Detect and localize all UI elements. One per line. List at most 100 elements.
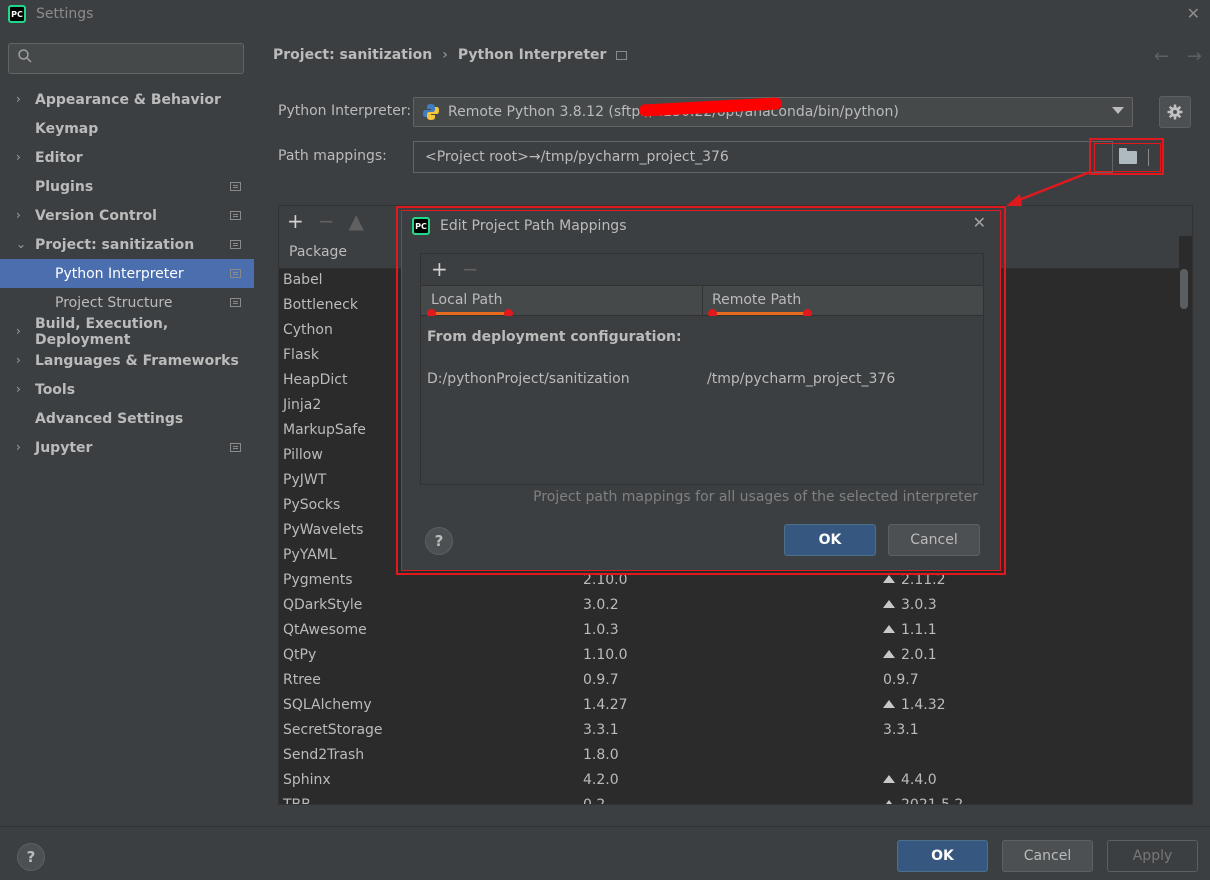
table-row[interactable]: Send2Trash 1.8.0 [279, 744, 1179, 769]
search-icon [18, 49, 32, 63]
sidebar-item-tools[interactable]: › Tools [0, 375, 254, 404]
package-latest-version: 2021.5.2 [883, 797, 964, 805]
project-level-icon [230, 240, 241, 249]
package-name: Pillow [283, 447, 323, 463]
sidebar-item-project[interactable]: ⌄ Project: sanitization [0, 230, 254, 259]
add-package-icon[interactable]: + [287, 209, 304, 233]
package-name: TBB [283, 797, 311, 805]
sidebar-item-editor[interactable]: › Editor [0, 143, 254, 172]
mapping-group-label: From deployment configuration: [427, 329, 682, 345]
package-name: Flask [283, 347, 319, 363]
sidebar-item-label: Languages & Frameworks [35, 352, 239, 369]
package-name: QtAwesome [283, 622, 367, 638]
cancel-button[interactable]: Cancel [1002, 840, 1093, 872]
browse-path-mappings-button[interactable] [1089, 138, 1164, 175]
chevron-right-icon: › [16, 440, 21, 454]
settings-search-input[interactable] [8, 43, 244, 74]
dialog-cancel-button[interactable]: Cancel [888, 524, 980, 556]
package-latest-text: 4.4.0 [901, 772, 937, 788]
package-latest-text: 1.1.1 [901, 622, 937, 638]
mapping-remote-path[interactable]: /tmp/pycharm_project_376 [707, 371, 895, 387]
table-row[interactable]: Rtree 0.9.7 0.9.7 [279, 669, 1179, 694]
sidebar-item-plugins[interactable]: Plugins [0, 172, 254, 201]
python-icon [423, 104, 439, 120]
table-row[interactable]: SecretStorage 3.3.1 3.3.1 [279, 719, 1179, 744]
breadcrumb-parent[interactable]: Project: sanitization [273, 47, 432, 63]
package-version: 1.0.3 [583, 622, 619, 638]
table-row[interactable]: QtPy 1.10.0 2.0.1 [279, 644, 1179, 669]
table-row[interactable]: Sphinx 4.2.0 4.4.0 [279, 769, 1179, 794]
ok-button[interactable]: OK [897, 840, 988, 872]
table-row[interactable]: TBB 0.2 2021.5.2 [279, 794, 1179, 805]
upgrade-available-icon [883, 575, 895, 583]
add-mapping-icon[interactable]: + [431, 257, 448, 281]
package-version: 1.8.0 [583, 747, 619, 763]
remote-path-column-header[interactable]: Remote Path [712, 292, 801, 308]
back-arrow-icon[interactable]: ← [1154, 46, 1169, 67]
scrollbar[interactable] [1180, 269, 1188, 309]
help-button[interactable]: ? [425, 527, 453, 555]
table-row[interactable]: SQLAlchemy 1.4.27 1.4.32 [279, 694, 1179, 719]
breadcrumb: Project: sanitization › Python Interpret… [273, 47, 628, 63]
project-level-icon [230, 211, 241, 220]
sidebar-item-label: Project: sanitization [35, 236, 195, 253]
path-mappings-label: Path mappings: [278, 148, 387, 164]
package-name: QtPy [283, 647, 317, 663]
upgrade-available-icon [883, 625, 895, 633]
upgrade-package-icon[interactable]: ▲ [349, 209, 364, 233]
package-latest-version: 3.0.3 [883, 597, 937, 613]
close-icon[interactable]: ✕ [1187, 4, 1200, 23]
table-row[interactable]: QDarkStyle 3.0.2 3.0.3 [279, 594, 1179, 619]
history-nav: ← → [1154, 46, 1202, 67]
upgrade-available-icon [883, 800, 895, 804]
sidebar-item-label: Editor [35, 149, 83, 166]
package-name: PyWavelets [283, 522, 364, 538]
interpreter-settings-button[interactable] [1159, 96, 1191, 128]
sidebar-item-version-control[interactable]: › Version Control [0, 201, 254, 230]
annotation-underline [708, 309, 812, 318]
title-bar: PC Settings ✕ [0, 0, 1210, 28]
remove-mapping-icon[interactable]: − [462, 257, 479, 281]
breadcrumb-current: Python Interpreter [457, 47, 607, 63]
upgrade-available-icon [883, 775, 895, 783]
close-icon[interactable]: ✕ [973, 213, 986, 232]
chevron-right-icon: › [16, 353, 21, 367]
sidebar-item-keymap[interactable]: Keymap [0, 114, 254, 143]
sidebar-item-label: Keymap [35, 120, 99, 137]
apply-button[interactable]: Apply [1107, 840, 1198, 872]
settings-footer: ? OK Cancel Apply [0, 826, 1210, 880]
project-level-icon [230, 269, 241, 278]
project-level-icon [616, 50, 628, 60]
dialog-title: Edit Project Path Mappings [440, 218, 627, 234]
package-latest-text: 2021.5.2 [901, 797, 964, 805]
mappings-hint: Project path mappings for all usages of … [533, 489, 978, 505]
sidebar-item-appearance[interactable]: › Appearance & Behavior [0, 85, 254, 114]
dialog-ok-button[interactable]: OK [784, 524, 876, 556]
settings-nav: › Appearance & Behavior Keymap › Editor … [0, 85, 254, 462]
package-latest-version: 0.9.7 [883, 672, 919, 688]
upgrade-available-icon [883, 600, 895, 608]
sidebar-item-languages[interactable]: › Languages & Frameworks [0, 346, 254, 375]
package-name: SQLAlchemy [283, 697, 372, 713]
help-button[interactable]: ? [17, 843, 45, 871]
upgrade-available-icon [883, 650, 895, 658]
package-version: 3.3.1 [583, 722, 619, 738]
separator [1148, 149, 1149, 166]
sidebar-item-project-structure[interactable]: Project Structure [0, 288, 254, 317]
package-version: 4.2.0 [583, 772, 619, 788]
project-level-icon [230, 182, 241, 191]
sidebar-item-label: Jupyter [35, 439, 93, 456]
forward-arrow-icon[interactable]: → [1187, 46, 1202, 67]
sidebar-item-python-interpreter[interactable]: Python Interpreter [0, 259, 254, 288]
table-row[interactable]: QtAwesome 1.0.3 1.1.1 [279, 619, 1179, 644]
package-version: 1.4.27 [583, 697, 628, 713]
package-column-header[interactable]: Package [289, 244, 347, 260]
package-name: Rtree [283, 672, 321, 688]
sidebar-item-jupyter[interactable]: › Jupyter [0, 433, 254, 462]
mapping-local-path[interactable]: D:/pythonProject/sanitization [427, 371, 630, 387]
dialog-title-bar: PC Edit Project Path Mappings ✕ [402, 211, 1000, 241]
remove-package-icon[interactable]: − [318, 209, 335, 233]
local-path-column-header[interactable]: Local Path [431, 292, 503, 308]
sidebar-item-build[interactable]: › Build, Execution, Deployment [0, 316, 254, 348]
sidebar-item-advanced[interactable]: Advanced Settings [0, 404, 254, 433]
